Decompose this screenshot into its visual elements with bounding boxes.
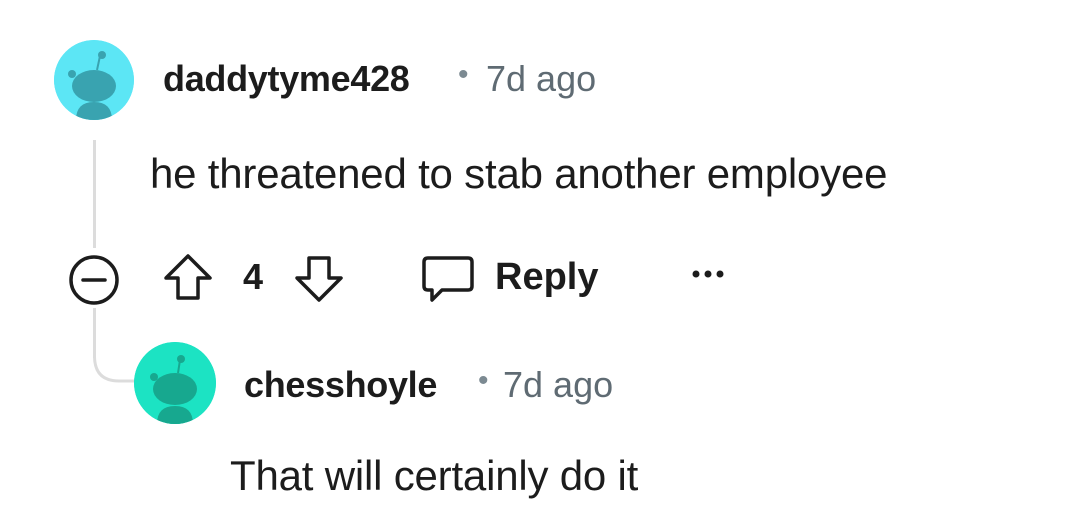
avatar[interactable] (134, 342, 216, 424)
reply-button[interactable]: Reply (420, 248, 610, 308)
comment-body: That will certainly do it (230, 452, 639, 499)
comment-timestamp: 7d ago (503, 364, 614, 405)
comment-username[interactable]: daddytyme428 (163, 58, 410, 100)
ellipsis-icon[interactable] (690, 264, 730, 284)
comment-body: he threatened to stab another employee (150, 150, 888, 197)
comment-timestamp: 7d ago (486, 58, 597, 99)
thread-line-top (93, 140, 96, 248)
meta-separator: • (478, 364, 489, 397)
minus-circle-icon[interactable] (66, 252, 122, 308)
comment-username[interactable]: chesshoyle (244, 364, 437, 406)
arrow-up-icon[interactable] (160, 250, 216, 306)
meta-separator: • (458, 58, 469, 91)
speech-bubble-icon (422, 256, 474, 302)
avatar[interactable] (54, 40, 134, 120)
arrow-down-icon[interactable] (291, 250, 347, 306)
reply-label: Reply (495, 256, 599, 298)
vote-score: 4 (243, 256, 264, 297)
